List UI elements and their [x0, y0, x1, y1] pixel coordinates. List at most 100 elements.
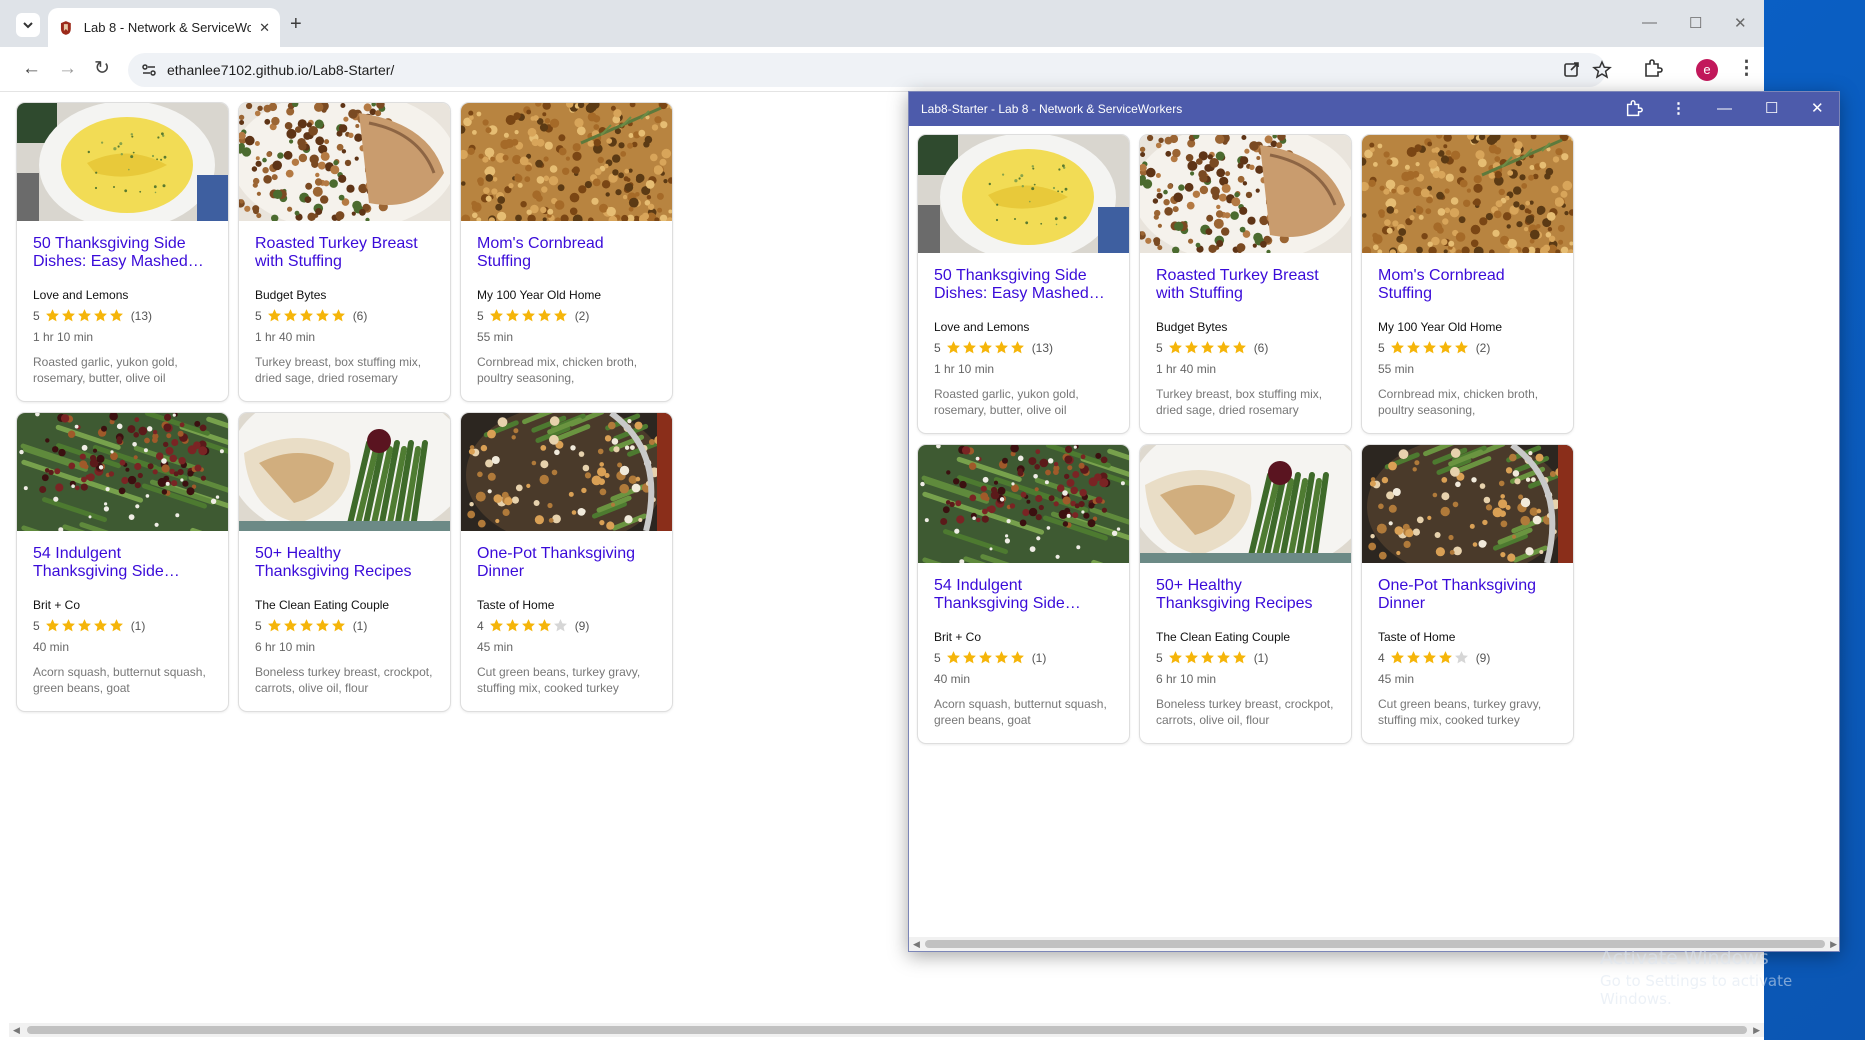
recipe-title-link[interactable]: One-Pot Thanksgiving Dinner [1378, 577, 1560, 613]
turkey-stuffing-image[interactable] [239, 103, 450, 221]
turkey-stuffing-image[interactable] [1140, 135, 1351, 253]
star-filled-icon [299, 619, 313, 632]
star-filled-icon [521, 309, 535, 322]
new-tab-button[interactable]: + [290, 14, 302, 34]
address-bar[interactable]: ethanlee7102.github.io/Lab8-Starter/ [128, 53, 1612, 87]
recipe-title-link[interactable]: 50+ Healthy Thanksgiving Recipes [1156, 577, 1338, 613]
star-rating [1390, 340, 1470, 355]
one-pot-dinner-image[interactable] [1362, 445, 1573, 563]
green-beans-cranberry-image[interactable] [918, 445, 1129, 563]
star-filled-icon [45, 619, 59, 632]
pwa-window: Lab8-Starter - Lab 8 - Network & Service… [908, 91, 1840, 952]
recipe-title-link[interactable]: 50+ Healthy Thanksgiving Recipes [255, 545, 437, 581]
rating-value: 5 [477, 308, 484, 323]
close-window-icon[interactable]: ✕ [1734, 14, 1747, 32]
pwa-maximize-icon[interactable]: ☐ [1765, 99, 1778, 119]
scroll-left-icon[interactable]: ◀ [913, 937, 920, 951]
minimize-icon[interactable]: — [1642, 14, 1657, 31]
rating-value: 5 [934, 340, 941, 355]
recipe-card[interactable]: One-Pot Thanksgiving Dinner Taste of Home… [1362, 445, 1573, 743]
scroll-left-icon[interactable]: ◀ [13, 1023, 20, 1037]
recipe-card[interactable]: 54 Indulgent Thanksgiving Side… Brit + Co… [918, 445, 1129, 743]
recipe-card[interactable]: 50 Thanksgiving Side Dishes: Easy Mashed… [17, 103, 228, 401]
site-info-icon[interactable] [140, 61, 158, 79]
star-filled-icon [77, 309, 91, 322]
pwa-menu-icon[interactable]: ⋮ [1671, 99, 1686, 119]
mashed-potatoes-image[interactable] [17, 103, 228, 221]
recipe-card[interactable]: 54 Indulgent Thanksgiving Side… Brit + Co… [17, 413, 228, 711]
recipe-card[interactable]: Mom's Cornbread Stuffing My 100 Year Old … [461, 103, 672, 401]
recipe-card[interactable]: 50 Thanksgiving Side Dishes: Easy Mashed… [918, 135, 1129, 433]
review-count: (9) [574, 618, 590, 633]
turkey-plate-image[interactable] [239, 413, 450, 531]
rating-value: 5 [1156, 650, 1163, 665]
recipe-card[interactable]: 50+ Healthy Thanksgiving Recipes The Clea… [239, 413, 450, 711]
pwa-minimize-icon[interactable]: — [1717, 99, 1732, 119]
recipe-card[interactable]: Roasted Turkey Breast with Stuffing Budge… [1140, 135, 1351, 433]
star-filled-icon [283, 619, 297, 632]
scrollbar-thumb[interactable] [27, 1026, 1747, 1034]
recipe-organization: Love and Lemons [33, 288, 129, 302]
pwa-close-icon[interactable]: ✕ [1811, 99, 1824, 119]
bookmark-star-icon[interactable] [1592, 60, 1612, 80]
recipe-ingredients: Boneless turkey breast, crockpot, carrot… [255, 665, 433, 695]
star-rating [1168, 650, 1248, 665]
pwa-recipe-grid: 50 Thanksgiving Side Dishes: Easy Mashed… [918, 135, 1573, 743]
recipe-title-link[interactable]: Roasted Turkey Breast with Stuffing [1156, 267, 1338, 303]
star-filled-icon [946, 651, 960, 664]
recipe-title-link[interactable]: One-Pot Thanksgiving Dinner [477, 545, 659, 581]
scroll-right-icon[interactable]: ▶ [1753, 1023, 1760, 1037]
recipe-title-link[interactable]: 50 Thanksgiving Side Dishes: Easy Mashed… [33, 235, 215, 271]
mashed-potatoes-image[interactable] [918, 135, 1129, 253]
star-filled-icon [1168, 341, 1182, 354]
reload-icon[interactable]: ↻ [94, 58, 110, 80]
one-pot-dinner-image[interactable] [461, 413, 672, 531]
recipe-title-link[interactable]: Mom's Cornbread Stuffing [477, 235, 659, 271]
recipe-title-link[interactable]: 54 Indulgent Thanksgiving Side… [33, 545, 215, 581]
turkey-plate-image[interactable] [1140, 445, 1351, 563]
recipe-title-link[interactable]: Mom's Cornbread Stuffing [1378, 267, 1560, 303]
tab-close-icon[interactable]: ✕ [259, 20, 270, 36]
star-filled-icon [93, 309, 107, 322]
star-empty-icon [1454, 651, 1468, 664]
recipe-card[interactable]: Roasted Turkey Breast with Stuffing Budge… [239, 103, 450, 401]
star-empty-icon [553, 619, 567, 632]
recipe-time: 40 min [934, 672, 971, 686]
horizontal-scrollbar[interactable]: ◀ ▶ [9, 1023, 1764, 1037]
green-beans-cranberry-image[interactable] [17, 413, 228, 531]
recipe-organization: Brit + Co [934, 630, 982, 644]
recipe-rating: 5 (2) [477, 308, 589, 323]
menu-kebab-icon[interactable]: ⋮ [1737, 58, 1756, 80]
url-text: ethanlee7102.github.io/Lab8-Starter/ [167, 62, 395, 78]
extensions-icon[interactable] [1624, 99, 1644, 119]
review-count: (9) [1475, 650, 1491, 665]
star-filled-icon [505, 619, 519, 632]
scroll-right-icon[interactable]: ▶ [1830, 937, 1837, 951]
review-count: (13) [130, 308, 153, 323]
recipe-title-link[interactable]: 54 Indulgent Thanksgiving Side… [934, 577, 1116, 613]
recipe-time: 55 min [477, 330, 514, 344]
star-filled-icon [1184, 651, 1198, 664]
recipe-ingredients: Boneless turkey breast, crockpot, carrot… [1156, 697, 1334, 727]
back-icon[interactable]: ← [22, 58, 41, 80]
forward-icon[interactable]: → [58, 58, 77, 80]
profile-avatar[interactable]: e [1696, 59, 1718, 81]
cornbread-stuffing-image[interactable] [1362, 135, 1573, 253]
extensions-icon[interactable] [1642, 58, 1664, 80]
star-rating [45, 308, 125, 323]
recipe-title-link[interactable]: 50 Thanksgiving Side Dishes: Easy Mashed… [934, 267, 1116, 303]
rating-value: 5 [1156, 340, 1163, 355]
star-filled-icon [299, 309, 313, 322]
recipe-time: 6 hr 10 min [255, 640, 316, 654]
maximize-icon[interactable]: ☐ [1689, 14, 1702, 32]
recipe-card[interactable]: Mom's Cornbread Stuffing My 100 Year Old … [1362, 135, 1573, 433]
review-count: (6) [352, 308, 368, 323]
recipe-title-link[interactable]: Roasted Turkey Breast with Stuffing [255, 235, 437, 271]
recipe-card[interactable]: 50+ Healthy Thanksgiving Recipes The Clea… [1140, 445, 1351, 743]
recipe-card[interactable]: One-Pot Thanksgiving Dinner Taste of Home… [461, 413, 672, 711]
tab-search-button[interactable] [16, 13, 40, 37]
open-in-app-icon[interactable] [1562, 60, 1582, 80]
review-count: (2) [1475, 340, 1491, 355]
tab-lab8[interactable]: Lab 8 - Network & ServiceWork ✕ [48, 8, 280, 47]
cornbread-stuffing-image[interactable] [461, 103, 672, 221]
